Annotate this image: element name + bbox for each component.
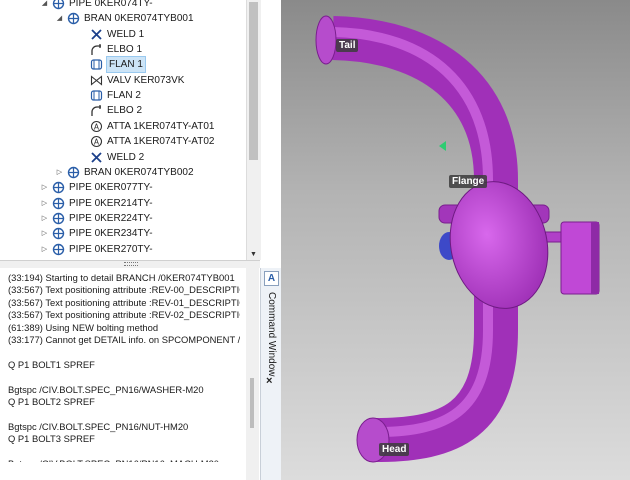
elbow-icon (90, 104, 107, 117)
command-output-line: Bgtspc /CIV.BOLT.SPEC_PN16/PN16_MACH-M20 (8, 458, 240, 462)
command-output-line (8, 371, 240, 383)
tree-item[interactable]: VALV KER073VK (78, 73, 184, 88)
expand-arrow-icon[interactable]: ▷ (40, 226, 49, 241)
tree-item-label: ATTA 1KER074TY-AT01 (107, 120, 215, 132)
tail-label[interactable]: Tail (336, 39, 359, 52)
tree-item[interactable]: ◢ BRAN 0KER074TYB001 (55, 11, 194, 26)
tree-item-label: ELBO 1 (107, 44, 143, 56)
command-window-scrollbar[interactable] (246, 268, 259, 480)
tree-item-label: PIPE 0KER214TY- (69, 197, 153, 209)
tree-item-label: FLAN 1 (106, 56, 146, 74)
3d-viewport[interactable]: Tail Flange Head (281, 0, 630, 480)
tree-item[interactable]: WELD 1 (78, 27, 144, 42)
attachment-icon: A (90, 135, 107, 148)
expand-arrow-icon[interactable]: ▷ (40, 196, 49, 211)
weld-icon (90, 151, 107, 164)
branch-icon (67, 166, 84, 179)
tail-opening (315, 15, 337, 65)
tree-item-label: BRAN 0KER074TYB001 (84, 13, 194, 25)
command-output-line (8, 408, 240, 420)
tree-item-label: PIPE 0KER234TY- (69, 228, 153, 240)
tree-item-label: PIPE 0KER074TY- (69, 0, 153, 9)
close-icon[interactable]: × (266, 375, 272, 387)
collapse-arrow-icon[interactable]: ◢ (40, 0, 49, 11)
tree-scrollbar[interactable]: ▼ (246, 0, 261, 260)
command-window-output[interactable]: (33:194) Starting to detail BRANCH /0KER… (0, 268, 260, 480)
tree-item-label: PIPE 0KER270TY- (69, 243, 153, 255)
tree-item[interactable]: FLAN 1 (78, 56, 146, 74)
weld-icon (90, 28, 107, 41)
command-output-line (8, 346, 240, 358)
tree-item-label: PIPE 0KER224TY- (69, 212, 153, 224)
flange-icon (90, 89, 107, 102)
splitter-grip[interactable] (124, 262, 138, 266)
tree-item[interactable]: ▷ PIPE 0KER270TY- (40, 242, 153, 257)
command-output-line: Bgtspc /CIV.BOLT.SPEC_PN16/NUT-HM20 (8, 420, 189, 432)
collapse-arrow-icon[interactable]: ◢ (55, 11, 64, 26)
command-output-line: Bgtspc /CIV.BOLT.SPEC_PN16/WASHER-M20 (8, 383, 204, 395)
expand-arrow-icon[interactable]: ▷ (40, 242, 49, 257)
tree-item[interactable]: A ATTA 1KER074TY-AT01 (78, 119, 214, 134)
scroll-down-arrow-icon[interactable]: ▼ (250, 251, 257, 258)
tree-item-label: WELD 2 (107, 151, 145, 163)
tree-scrollbar-thumb[interactable] (249, 2, 258, 160)
attachment-icon: A (90, 120, 107, 133)
tree-item[interactable]: A ATTA 1KER074TY-AT02 (78, 134, 214, 149)
tree-item[interactable]: ◢ PIPE 0KER074TY- (40, 0, 153, 11)
tree-item[interactable]: ▷ PIPE 0KER224TY- (40, 211, 153, 226)
expand-arrow-icon[interactable]: ▷ (40, 180, 49, 195)
expand-arrow-icon[interactable]: ▷ (40, 211, 49, 226)
tree-item[interactable]: WELD 2 (78, 150, 144, 165)
tree-item[interactable]: ▷ PIPE 0KER077TY- (40, 180, 153, 195)
command-output-line: (33:567) Text positioning attribute :REV… (8, 296, 240, 308)
tree-item[interactable]: ELBO 1 (78, 42, 142, 57)
direction-marker (439, 141, 446, 151)
pipe-icon (52, 212, 69, 225)
tree-item-label: ELBO 2 (107, 105, 143, 117)
tree-item[interactable]: ▷ BRAN 0KER074TYB002 (55, 165, 194, 180)
command-output-line: Q P1 BOLT1 SPREF (8, 358, 95, 370)
command-output-line: (33:194) Starting to detail BRANCH /0KER… (8, 272, 235, 283)
command-output-line: (33:567) Text positioning attribute :REV… (8, 284, 240, 296)
autohide-pin-icon[interactable]: A (264, 271, 279, 286)
command-output-line: (61:389) Using NEW bolting method (8, 321, 159, 333)
tree-item-label: BRAN 0KER074TYB002 (84, 166, 194, 178)
tree-item-label: PIPE 0KER077TY- (69, 182, 153, 194)
command-output-line: (33:177) Cannot get DETAIL info. on SPCO… (8, 333, 240, 345)
pipe-icon (52, 0, 69, 10)
pipe-icon (52, 227, 69, 240)
model-explorer-tree[interactable]: ◢ PIPE 0KER074TY- ◢ BRAN 0KER074TYB001 WELD … (0, 0, 246, 260)
flange-label[interactable]: Flange (449, 175, 488, 188)
flange-icon (90, 58, 107, 71)
svg-text:A: A (94, 137, 100, 146)
valve-icon (90, 74, 107, 87)
tree-item[interactable]: ▷ PIPE 0KER214TY- (40, 196, 153, 211)
svg-text:A: A (94, 122, 100, 131)
tree-item-label: ATTA 1KER074TY-AT02 (107, 136, 215, 148)
pipe-icon (52, 243, 69, 256)
pipe-icon (52, 197, 69, 210)
tree-item-label: FLAN 2 (107, 90, 141, 102)
command-window-tab: A Command Window × (260, 268, 281, 480)
branch-icon (67, 12, 84, 25)
tree-item[interactable]: FLAN 2 (78, 88, 141, 103)
pipe-model (315, 15, 600, 463)
pipe-icon (52, 181, 69, 194)
expand-arrow-icon[interactable]: ▷ (55, 165, 64, 180)
tree-item-label: VALV KER073VK (107, 74, 185, 86)
elbow-icon (90, 43, 107, 56)
command-output-line: Q P1 BOLT2 SPREF (8, 395, 95, 407)
tree-item-label: WELD 1 (107, 28, 145, 40)
command-output-line (8, 445, 240, 457)
head-label[interactable]: Head (379, 443, 410, 456)
valve-actuator-side (591, 222, 599, 294)
command-scrollbar-thumb[interactable] (250, 378, 254, 428)
command-output-line: Q P1 BOLT3 SPREF (8, 433, 95, 445)
valve-disc (449, 181, 549, 309)
tree-item[interactable]: ▷ PIPE 0KER234TY- (40, 226, 153, 241)
tree-item[interactable]: ELBO 2 (78, 103, 142, 118)
command-output-line: (33:567) Text positioning attribute :REV… (8, 309, 240, 321)
